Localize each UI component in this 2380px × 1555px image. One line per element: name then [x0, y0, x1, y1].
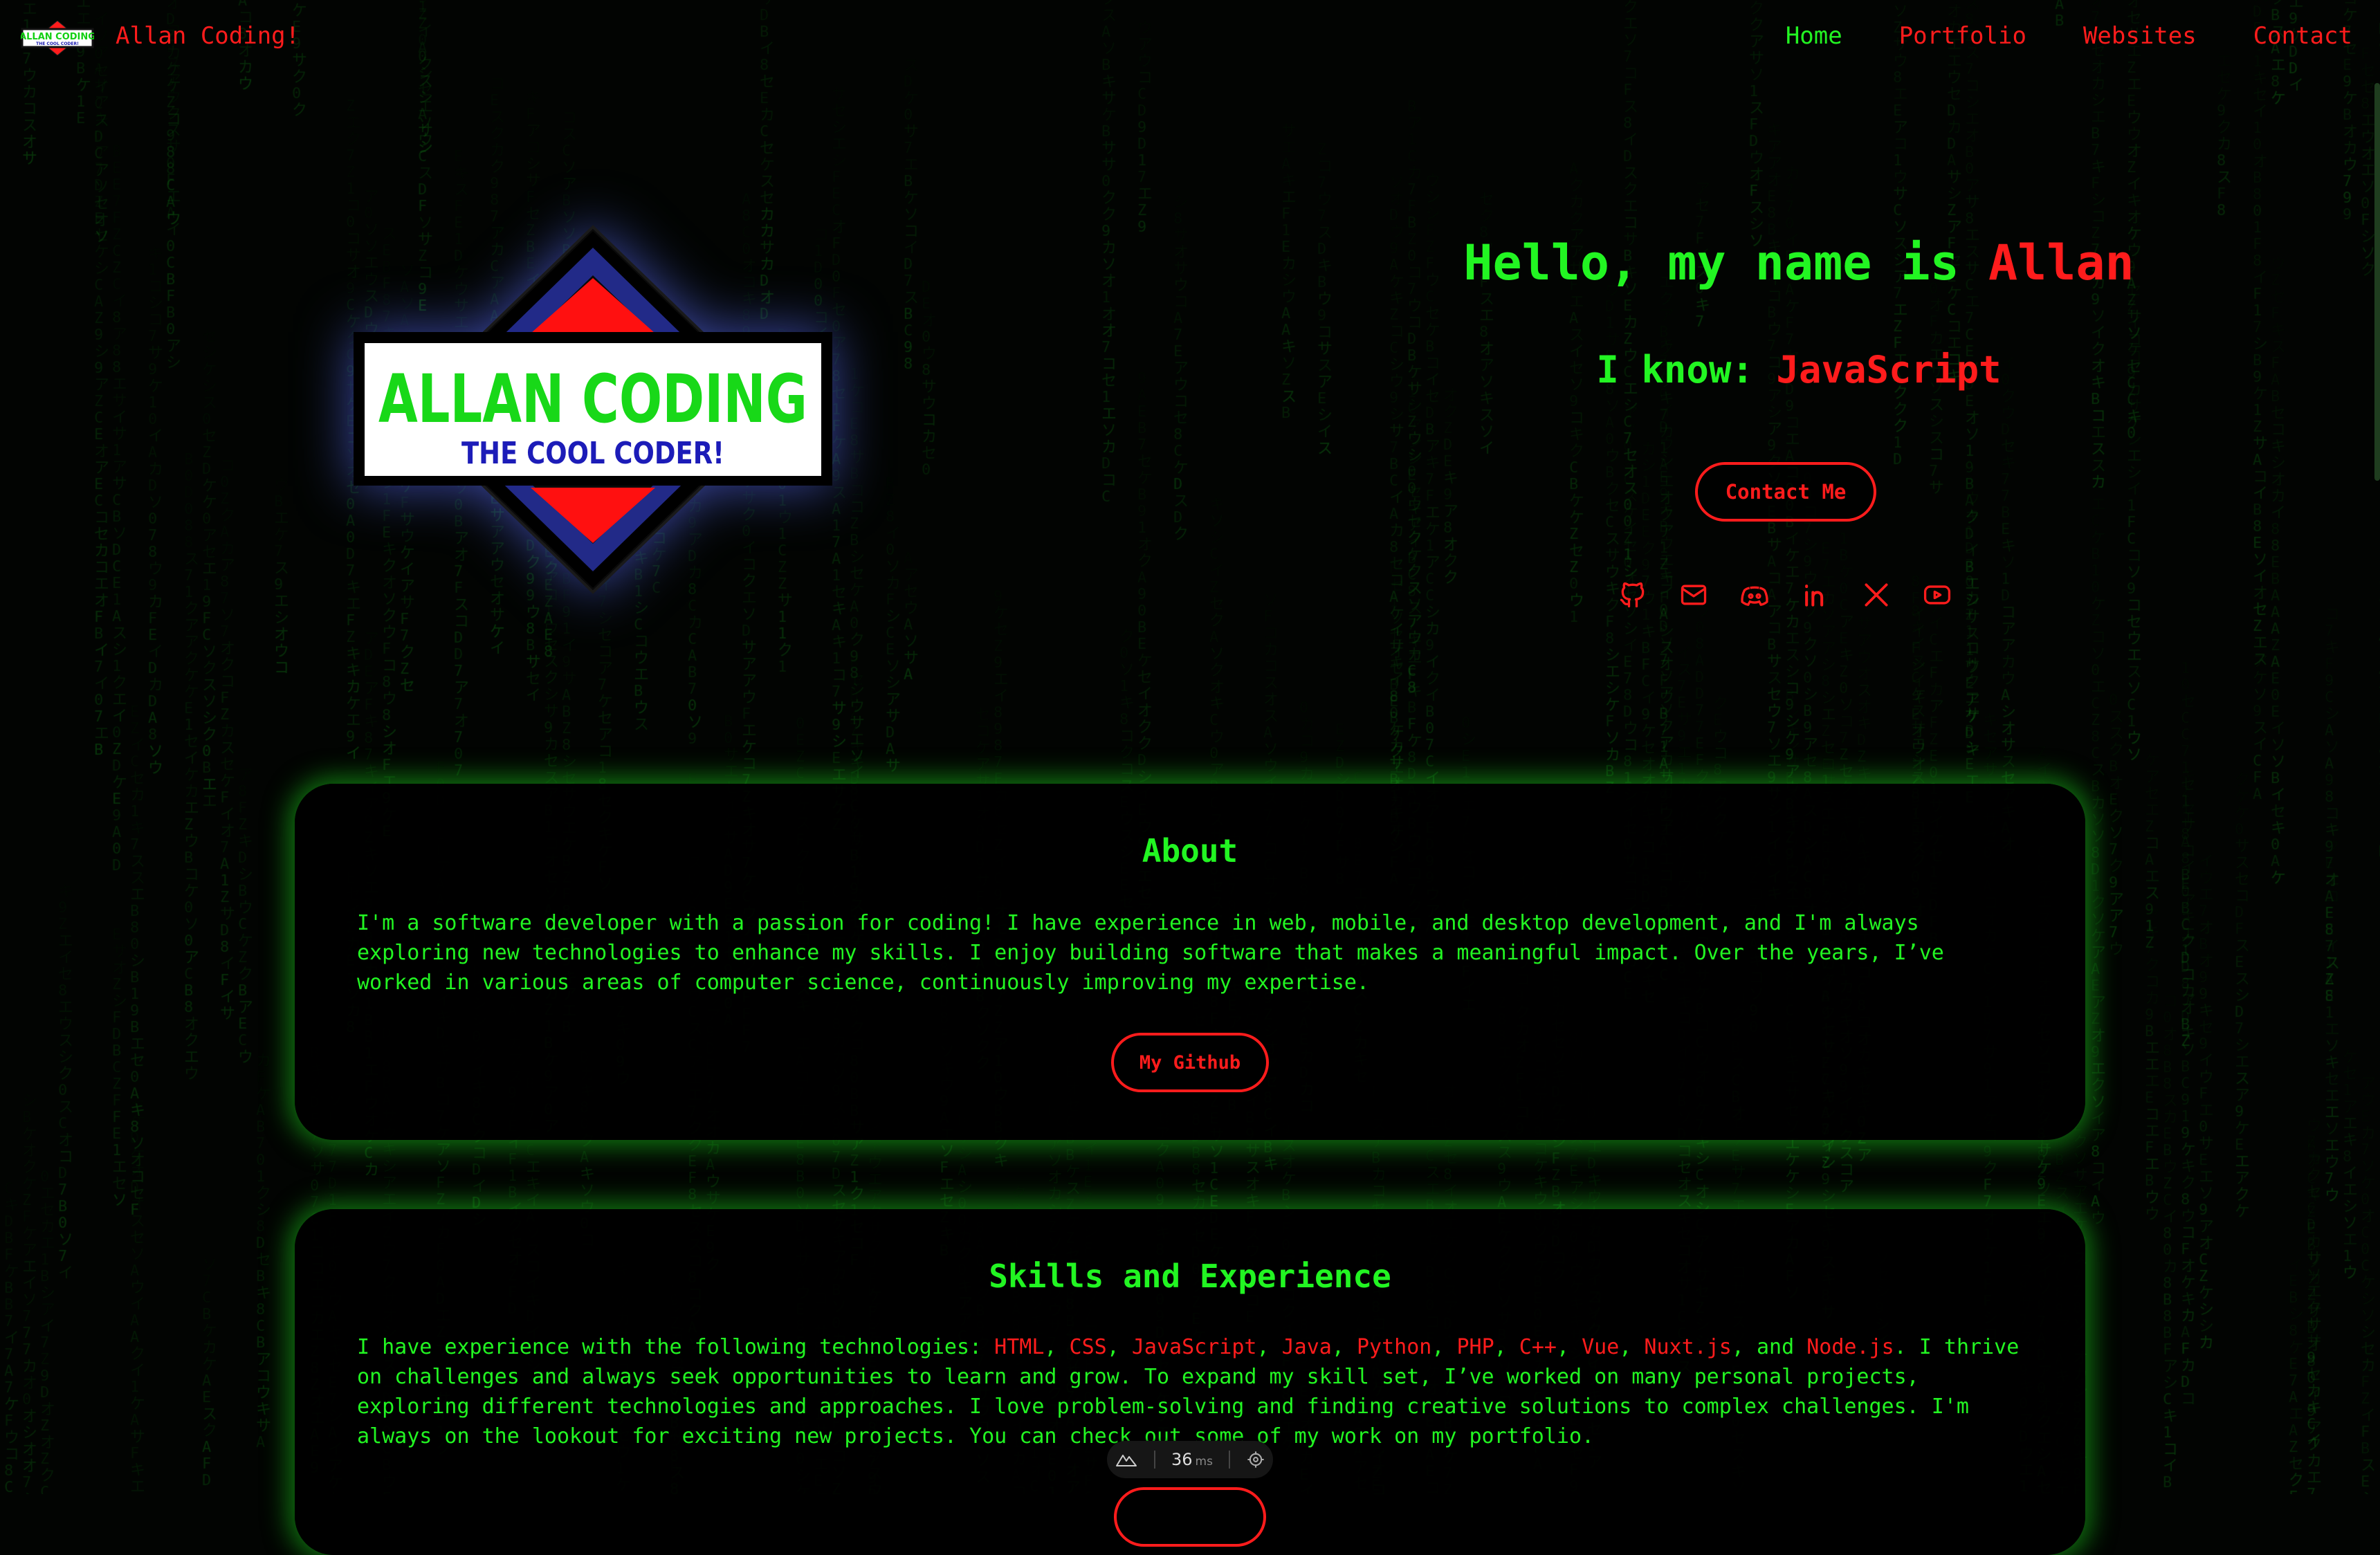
skills-and-word: and: [1756, 1335, 1795, 1359]
tech-python: Python: [1356, 1335, 1432, 1359]
skills-section: Skills and Experience I have experience …: [295, 1209, 2085, 1555]
discord-link[interactable]: [1734, 574, 1775, 616]
linkedin-link[interactable]: [1795, 574, 1836, 616]
hero-logo-line2: THE COOL CODER!: [461, 436, 724, 471]
toolbar-divider: [1228, 1451, 1230, 1469]
x-icon: [1865, 583, 1888, 607]
x-link[interactable]: [1856, 574, 1897, 616]
hero-name: Allan: [1988, 234, 2134, 291]
discord-icon: [1741, 586, 1768, 606]
hero-know-prefix: I know:: [1596, 348, 1777, 392]
tech-nuxt: Nuxt.js: [1644, 1335, 1732, 1359]
hero-logo-line1: ALLAN CODING: [378, 360, 807, 438]
render-time-unit: ms: [1195, 1455, 1213, 1469]
hero-greeting-prefix: Hello, my name is: [1463, 234, 1988, 291]
nav-link-contact[interactable]: Contact: [2253, 21, 2352, 51]
tech-node: Node.js: [1806, 1335, 1894, 1359]
linkedin-icon: [1805, 585, 1824, 607]
about-section: About I'm a software developer with a pa…: [295, 784, 2085, 1140]
render-time-value: 36: [1171, 1450, 1193, 1469]
skills-title: Skills and Experience: [989, 1258, 1391, 1295]
hero-logo: ALLAN CODING THE COOL CODER!: [354, 225, 832, 594]
my-github-button[interactable]: My Github: [1111, 1033, 1269, 1092]
nav-logo-line1: ALLAN CODING: [21, 32, 94, 42]
contact-me-button[interactable]: Contact Me: [1695, 462, 1876, 522]
about-text: I'm a software developer with a passion …: [357, 911, 1944, 995]
hero-typed-skill: JavaScript: [1776, 348, 2002, 392]
nav-logo[interactable]: ALLAN CODING THE COOL CODER!: [21, 21, 94, 55]
nav-link-portfolio[interactable]: Portfolio: [1899, 21, 2026, 51]
hero-skill-line: I know: JavaScript: [1315, 342, 2283, 398]
tech-html: HTML: [994, 1335, 1045, 1359]
tech-cpp: C++: [1519, 1335, 1557, 1359]
tech-java: Java: [1281, 1335, 1332, 1359]
dev-toolbar: 36 ms: [1107, 1441, 1273, 1478]
nav-link-home[interactable]: Home: [1786, 21, 1842, 51]
github-link[interactable]: [1612, 574, 1654, 616]
youtube-icon: [1923, 585, 1951, 605]
nav-link-websites[interactable]: Websites: [2083, 21, 2197, 51]
hero-greeting: Hello, my name is Allan: [1315, 228, 2283, 297]
mail-icon: [1681, 585, 1707, 605]
skills-intro: I have experience with the following tec…: [357, 1335, 995, 1359]
render-time: 36 ms: [1171, 1450, 1213, 1469]
tech-javascript: JavaScript: [1131, 1335, 1257, 1359]
tech-vue: Vue: [1582, 1335, 1620, 1359]
toolbar-divider: [1154, 1451, 1156, 1469]
social-links: [1612, 574, 1958, 616]
tech-php: PHP: [1456, 1335, 1494, 1359]
inspect-target-icon[interactable]: [1246, 1450, 1265, 1469]
main-nav: Home Portfolio Websites Contact: [1729, 21, 2352, 51]
portfolio-button[interactable]: [1114, 1487, 1266, 1547]
scrollbar-thumb[interactable]: [2374, 83, 2380, 481]
youtube-link[interactable]: [1916, 574, 1958, 616]
site-title[interactable]: Allan Coding!: [116, 21, 300, 51]
skills-text: I have experience with the following tec…: [357, 1335, 2020, 1448]
nuxt-icon[interactable]: [1115, 1451, 1138, 1468]
github-icon: [1620, 582, 1645, 608]
email-link[interactable]: [1673, 574, 1714, 616]
tech-css: CSS: [1069, 1335, 1107, 1359]
about-title: About: [1142, 832, 1238, 869]
nav-logo-line2: THE COOL CODER!: [36, 42, 79, 46]
